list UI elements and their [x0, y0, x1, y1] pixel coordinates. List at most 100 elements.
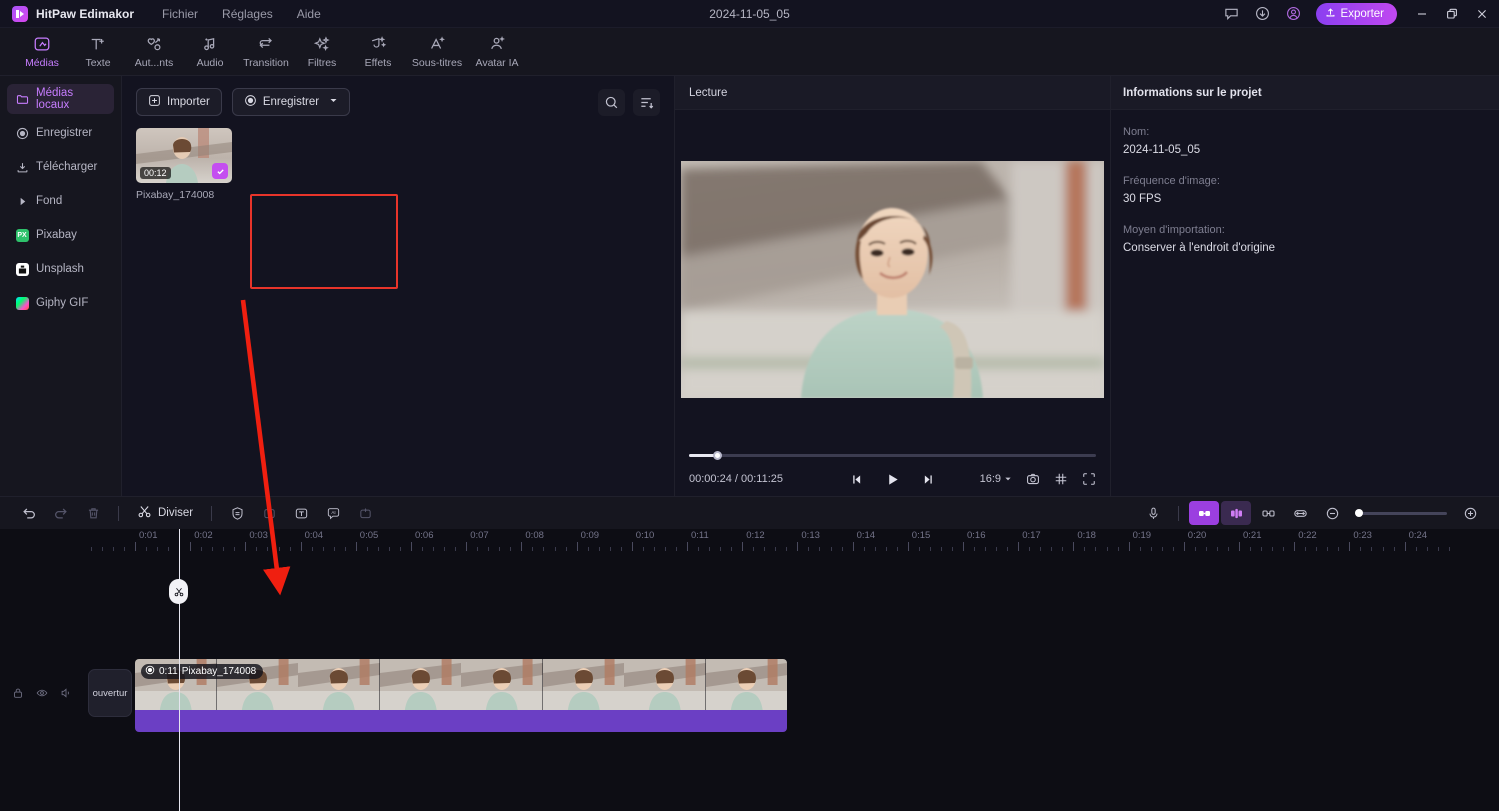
chevron-right-icon: [15, 194, 29, 208]
crop-mask-icon[interactable]: [222, 501, 252, 525]
zoom-in-icon[interactable]: [1455, 501, 1485, 525]
zoom-slider[interactable]: [1355, 506, 1447, 520]
account-icon[interactable]: [1285, 5, 1302, 22]
mix-icon[interactable]: [1221, 501, 1251, 525]
tab-texte-label: Texte: [85, 56, 111, 69]
timeline-ruler[interactable]: 0:01 0:02 0:03 0:04 0:05 0:06 0:07 0:08 0:09 0:10…: [0, 529, 1499, 551]
record-button[interactable]: Enregistrer: [231, 88, 351, 116]
track-headers: [0, 551, 84, 811]
ruler-major-tick: [963, 542, 964, 551]
plus-square-icon: [148, 94, 161, 110]
lock-icon[interactable]: [12, 687, 24, 699]
search-icon[interactable]: [598, 88, 625, 116]
selected-check-icon[interactable]: [212, 163, 228, 179]
clip-name: Pixabay_174008: [181, 666, 257, 677]
delete-icon[interactable]: [78, 501, 108, 525]
fullscreen-icon[interactable]: [1082, 472, 1096, 486]
sidebar-item-enregistrer-label: Enregistrer: [36, 127, 93, 139]
step-forward-icon[interactable]: [922, 473, 935, 486]
tab-medias[interactable]: Médias: [14, 29, 70, 75]
sidebar-item-enregistrer[interactable]: Enregistrer: [7, 118, 114, 148]
media-card[interactable]: 00:12 Pixabay_174008: [136, 128, 232, 201]
minimize-icon[interactable]: [1415, 7, 1429, 21]
menu-bar: Fichier Réglages Aide: [162, 7, 321, 21]
sidebar-item-medias-locaux[interactable]: Médias locaux: [7, 84, 114, 114]
ruler-major-tick: [1128, 542, 1130, 551]
ruler-major-tick: [631, 542, 633, 551]
media-thumbnail[interactable]: 00:12: [136, 128, 232, 183]
feedback-icon[interactable]: [1223, 5, 1240, 22]
tab-effets-label: Effets: [364, 56, 392, 69]
effects-icon: [369, 35, 387, 54]
sidebar-item-unsplash[interactable]: Unsplash: [7, 254, 114, 284]
menu-aide[interactable]: Aide: [297, 7, 321, 21]
add-text-icon[interactable]: [286, 501, 316, 525]
video-frame[interactable]: [681, 160, 1104, 398]
tab-transition[interactable]: Transition: [238, 29, 294, 75]
sidebar-item-pixabay[interactable]: PX Pixabay: [7, 220, 114, 250]
maximize-icon[interactable]: [1445, 7, 1459, 21]
tab-sous-titres[interactable]: Sous-titres: [406, 29, 468, 75]
transition-clip[interactable]: ouvertur: [88, 669, 132, 717]
link-clips-icon[interactable]: [1189, 501, 1219, 525]
ruler-label: 0:19: [1132, 530, 1152, 541]
media-icon: [33, 35, 51, 54]
scrubber-knob[interactable]: [713, 450, 723, 460]
scissors-icon: [137, 504, 152, 522]
split-button[interactable]: Diviser: [129, 501, 201, 525]
redo-icon[interactable]: [46, 501, 76, 525]
main-body: Médias locaux Enregistrer Télécharger Fo…: [0, 76, 1499, 496]
preview-stage: [675, 110, 1110, 448]
microphone-icon[interactable]: [1138, 501, 1168, 525]
preview-scrubber[interactable]: [689, 448, 1096, 462]
add-image-icon[interactable]: [254, 501, 284, 525]
ruler-major-tick: [1294, 542, 1296, 551]
ruler-label: 0:10: [635, 530, 655, 541]
undo-icon[interactable]: [14, 501, 44, 525]
player-controls: 00:00:24 / 00:11:25 16:9: [675, 462, 1110, 496]
zoom-out-icon[interactable]: [1317, 501, 1347, 525]
zoom-slider-knob[interactable]: [1355, 509, 1363, 517]
tab-texte[interactable]: Texte: [70, 29, 126, 75]
sidebar-item-fond[interactable]: Fond: [7, 186, 114, 216]
tab-lecture[interactable]: Lecture: [689, 87, 727, 99]
menu-reglages[interactable]: Réglages: [222, 7, 273, 21]
aspect-ratio-selector[interactable]: 16:9: [980, 473, 1012, 485]
eye-icon[interactable]: [36, 687, 48, 699]
ruler-major-tick: [1018, 542, 1020, 551]
timeline-tracks: ouvertur 0:11 Pixabay_174008: [0, 529, 1499, 811]
export-button[interactable]: Exporter: [1315, 2, 1397, 25]
timeline-clip[interactable]: 0:11 Pixabay_174008: [135, 659, 787, 732]
preview-scrubber-area: [675, 448, 1110, 462]
sidebar-item-unsplash-label: Unsplash: [36, 263, 84, 275]
tab-audio[interactable]: Audio: [182, 29, 238, 75]
tab-effets[interactable]: Effets: [350, 29, 406, 75]
step-back-icon[interactable]: [850, 473, 863, 486]
menu-fichier[interactable]: Fichier: [162, 7, 198, 21]
sort-icon[interactable]: [633, 88, 660, 116]
import-button[interactable]: Importer: [136, 88, 222, 116]
fit-icon[interactable]: [1285, 501, 1315, 525]
ruler-major-tick: [1404, 542, 1406, 551]
snapshot-icon[interactable]: [1026, 472, 1040, 486]
playhead-handle[interactable]: [169, 579, 188, 604]
grid-icon[interactable]: [1054, 472, 1068, 486]
sidebar-item-telecharger[interactable]: Télécharger: [7, 152, 114, 182]
sidebar-item-giphy[interactable]: Giphy GIF: [7, 288, 114, 318]
ai-icon[interactable]: AI: [318, 501, 348, 525]
mute-icon[interactable]: [60, 687, 72, 699]
current-time: 00:00:24: [689, 473, 732, 485]
tab-avatar-ia[interactable]: Avatar IA: [468, 29, 526, 75]
unlink-icon[interactable]: [1253, 501, 1283, 525]
close-icon[interactable]: [1475, 7, 1489, 21]
record-icon: [244, 94, 257, 110]
add-sticker-icon[interactable]: [350, 501, 380, 525]
play-icon[interactable]: [885, 472, 900, 487]
tab-elements[interactable]: Aut...nts: [126, 29, 182, 75]
download-icon[interactable]: [1254, 5, 1271, 22]
info-label-fps: Fréquence d'image:: [1123, 175, 1220, 187]
record-label: Enregistrer: [262, 96, 320, 108]
tab-filtres[interactable]: Filtres: [294, 29, 350, 75]
preview-right-controls: 16:9: [980, 472, 1096, 486]
pixabay-icon: PX: [15, 228, 29, 242]
